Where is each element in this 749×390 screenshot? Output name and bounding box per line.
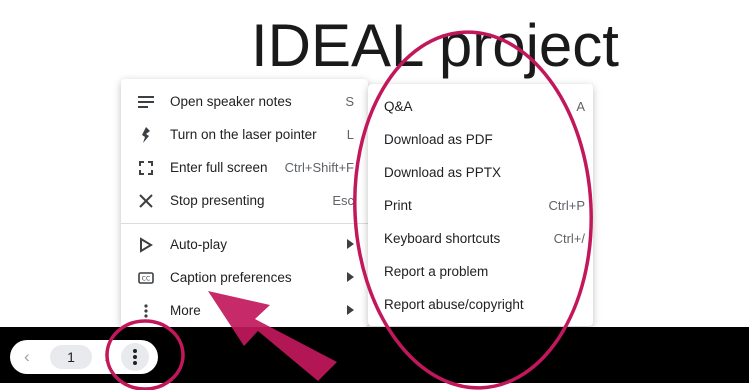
more-vert-icon: [135, 300, 157, 322]
menu-item-label: Turn on the laser pointer: [170, 127, 317, 142]
menu-item-label: Enter full screen: [170, 160, 268, 175]
menu-item-auto-play[interactable]: Auto-play: [121, 228, 368, 261]
close-x-icon: [135, 190, 157, 212]
menu-item-label: Caption preferences: [170, 270, 292, 285]
previous-slide-icon[interactable]: ‹: [24, 347, 30, 367]
play-outline-icon: [135, 234, 157, 256]
laser-pointer-icon: [135, 124, 157, 146]
submenu-item-shortcut: Ctrl+P: [548, 198, 585, 213]
menu-item-label: More: [170, 303, 201, 318]
submenu-arrow-icon: [347, 305, 354, 315]
menu-item-shortcut: L: [346, 127, 354, 142]
submenu-item-shortcut: Ctrl+/: [553, 231, 585, 246]
bottom-divider: [0, 381, 749, 383]
menu-item-more[interactable]: More: [121, 294, 368, 327]
submenu-item-keyboard-shortcuts[interactable]: Keyboard shortcuts Ctrl+/: [368, 222, 593, 255]
menu-item-shortcut: S: [345, 94, 354, 109]
submenu-item-download-pptx[interactable]: Download as PPTX: [368, 156, 593, 189]
submenu-item-label: Report a problem: [384, 264, 489, 279]
menu-item-speaker-notes[interactable]: Open speaker notes S: [121, 85, 368, 118]
menu-item-shortcut: Esc: [332, 193, 354, 208]
submenu-item-label: Report abuse/copyright: [384, 297, 524, 312]
menu-item-label: Stop presenting: [170, 193, 265, 208]
submenu-arrow-icon: [347, 272, 354, 282]
presenter-menu: Open speaker notes S Turn on the laser p…: [121, 79, 368, 327]
next-slide-icon[interactable]: ›: [104, 347, 110, 367]
fullscreen-icon: [135, 157, 157, 179]
menu-item-label: Open speaker notes: [170, 94, 292, 109]
menu-item-caption-preferences[interactable]: CC Caption preferences: [121, 261, 368, 294]
submenu-item-report-abuse[interactable]: Report abuse/copyright: [368, 288, 593, 321]
more-options-button[interactable]: [121, 343, 149, 371]
submenu-item-label: Download as PPTX: [384, 165, 502, 180]
slide-title: IDEAL project: [251, 12, 619, 79]
page-number[interactable]: 1: [50, 345, 92, 369]
closed-caption-icon: CC: [135, 267, 157, 289]
submenu-item-label: Q&A: [384, 99, 413, 114]
svg-text:CC: CC: [142, 276, 150, 283]
more-vert-icon: [133, 349, 137, 365]
menu-item-full-screen[interactable]: Enter full screen Ctrl+Shift+F: [121, 151, 368, 184]
submenu-item-label: Keyboard shortcuts: [384, 231, 501, 246]
submenu-item-print[interactable]: Print Ctrl+P: [368, 189, 593, 222]
menu-item-stop-presenting[interactable]: Stop presenting Esc: [121, 184, 368, 217]
submenu-item-report-problem[interactable]: Report a problem: [368, 255, 593, 288]
notes-lines-icon: [135, 91, 157, 113]
submenu-arrow-icon: [347, 239, 354, 249]
submenu-item-label: Print: [384, 198, 412, 213]
menu-item-shortcut: Ctrl+Shift+F: [284, 160, 354, 175]
more-submenu: Q&A A Download as PDF Download as PPTX P…: [368, 84, 593, 326]
submenu-item-label: Download as PDF: [384, 132, 493, 147]
menu-item-laser-pointer[interactable]: Turn on the laser pointer L: [121, 118, 368, 151]
slide-navigator: ‹ 1 ›: [10, 340, 158, 374]
submenu-item-shortcut: A: [576, 99, 585, 114]
submenu-item-qa[interactable]: Q&A A: [368, 90, 593, 123]
submenu-item-download-pdf[interactable]: Download as PDF: [368, 123, 593, 156]
menu-divider: [121, 223, 368, 224]
menu-item-label: Auto-play: [170, 237, 228, 252]
